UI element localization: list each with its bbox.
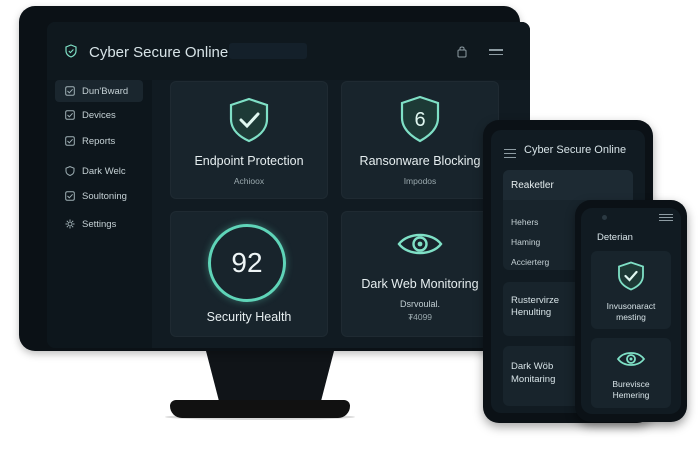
tablet-list-item[interactable]: Accierterg	[511, 257, 549, 267]
sidebar-item-solutions[interactable]: Soultoning	[55, 185, 143, 207]
card-subtitle: Henulting	[511, 307, 552, 318]
sidebar-item-label: Dark Welc	[82, 165, 126, 177]
sidebar-item-dark-web[interactable]: Dark Welc	[55, 160, 143, 182]
eye-icon	[616, 352, 646, 366]
tablet-list-item[interactable]: Hehers	[511, 217, 538, 227]
sidebar-item-label: Devices	[82, 109, 116, 121]
sidebar: Dun'Bward Devices Reports Dark Welc Soul…	[47, 80, 152, 348]
monitor-stand-base	[170, 400, 350, 418]
shield-check-icon	[618, 261, 644, 291]
header-search-field[interactable]	[229, 43, 307, 59]
tablet-menu-title: Reaketler	[511, 180, 554, 191]
hamburger-menu-icon[interactable]	[489, 49, 503, 57]
phone-title: Deterian	[597, 232, 633, 243]
security-health-card[interactable]: 92 Security Health	[170, 211, 328, 337]
lock-icon[interactable]	[457, 45, 467, 58]
shield-icon	[65, 166, 75, 176]
phone-dark-web-card[interactable]: Burevisce Hemering	[591, 338, 671, 408]
phone-screen: Deterian Invusonaract mesting Burevisce …	[581, 208, 681, 414]
card-title: Burevisce	[612, 379, 650, 389]
card-subtitle: Hemering	[612, 390, 650, 400]
security-score: 92	[231, 247, 263, 278]
checkbox-icon	[65, 110, 75, 120]
eye-icon	[397, 233, 443, 255]
tablet-list-item[interactable]: Haming	[511, 237, 540, 247]
sidebar-item-devices[interactable]: Devices	[55, 104, 143, 126]
sidebar-item-label: Soultoning	[82, 190, 127, 202]
checkbox-icon	[65, 136, 75, 146]
card-subtitle: mesting	[616, 312, 646, 322]
app-header: Cyber Secure Online	[47, 22, 530, 80]
card-title: Ransonware Blocking	[359, 154, 481, 168]
sidebar-item-dashboard[interactable]: Dun'Bward	[55, 80, 143, 102]
sidebar-item-label: Settings	[82, 218, 117, 230]
card-status-detail: ₮4099	[407, 312, 433, 322]
app-title: Cyber Secure Online	[89, 44, 229, 61]
phone-device: Deterian Invusonaract mesting Burevisce …	[575, 200, 687, 422]
card-title: Security Health	[206, 310, 292, 324]
shield-six-icon: 6	[400, 95, 440, 143]
app-title: Cyber Secure Online	[524, 144, 627, 156]
card-title: Dark Wöb	[511, 361, 554, 372]
security-score-ring: 92	[208, 224, 286, 302]
card-status: Dsrvoulal.	[399, 299, 440, 309]
gear-icon	[65, 219, 75, 229]
card-status: Achioox	[233, 176, 265, 186]
hamburger-menu-icon[interactable]	[504, 149, 516, 159]
checkbox-icon	[65, 191, 75, 201]
shield-logo-icon	[65, 44, 77, 58]
card-title: Endpoint Protection	[194, 154, 304, 168]
card-title: Invusonaract	[606, 301, 656, 311]
phone-protection-card[interactable]: Invusonaract mesting	[591, 251, 671, 329]
ransomware-blocking-card[interactable]: 6 Ransonware Blocking Impodos	[341, 81, 499, 199]
dark-web-monitoring-card[interactable]: Dark Web Monitoring Dsrvoulal. ₮4099	[341, 211, 499, 337]
camera-dot	[602, 215, 607, 220]
monitor-stand-neck	[206, 351, 334, 405]
card-title: Rustervirze	[511, 295, 560, 306]
card-title: Dark Web Monitoring	[361, 277, 479, 291]
sidebar-item-reports[interactable]: Reports	[55, 130, 143, 152]
shield-check-icon	[229, 97, 269, 143]
card-subtitle: Monitaring	[511, 374, 556, 385]
sidebar-item-label: Dun'Bward	[82, 85, 129, 97]
shield-badge-number: 6	[414, 109, 425, 131]
sidebar-item-settings[interactable]: Settings	[55, 213, 143, 235]
endpoint-protection-card[interactable]: Endpoint Protection Achioox	[170, 81, 328, 199]
card-status: Impodos	[403, 176, 437, 186]
checkbox-icon	[65, 86, 75, 96]
hamburger-menu-icon[interactable]	[659, 214, 673, 222]
monitor-screen: Cyber Secure Online Dun'Bward Devices Re…	[47, 22, 530, 348]
desktop-monitor: Cyber Secure Online Dun'Bward Devices Re…	[19, 6, 530, 351]
sidebar-item-label: Reports	[82, 135, 116, 147]
